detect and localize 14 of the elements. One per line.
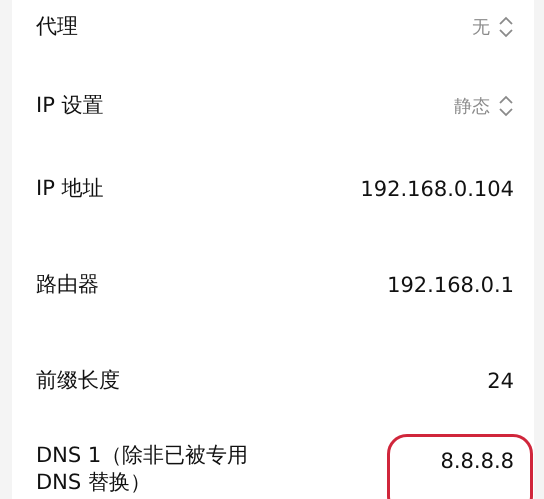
setting-value: 24 xyxy=(487,369,514,393)
setting-label: 前缀长度 xyxy=(36,367,120,394)
setting-value: 192.168.0.104 xyxy=(360,177,514,201)
setting-label: IP 设置 xyxy=(36,92,104,120)
setting-label: IP 地址 xyxy=(36,175,104,202)
setting-dropdown[interactable]: 无 xyxy=(472,15,514,39)
setting-dropdown[interactable]: 静态 xyxy=(454,94,514,118)
chevron-updown-icon xyxy=(498,94,514,118)
chevron-updown-icon xyxy=(498,15,514,39)
setting-label: 路由器 xyxy=(36,271,99,298)
setting-value: 8.8.8.8 xyxy=(440,449,514,473)
setting-value: 192.168.0.1 xyxy=(387,273,514,297)
setting-label: DNS 1（除非已被专用 DNS 替换） xyxy=(36,442,250,496)
setting-label: 代理 xyxy=(36,13,78,40)
